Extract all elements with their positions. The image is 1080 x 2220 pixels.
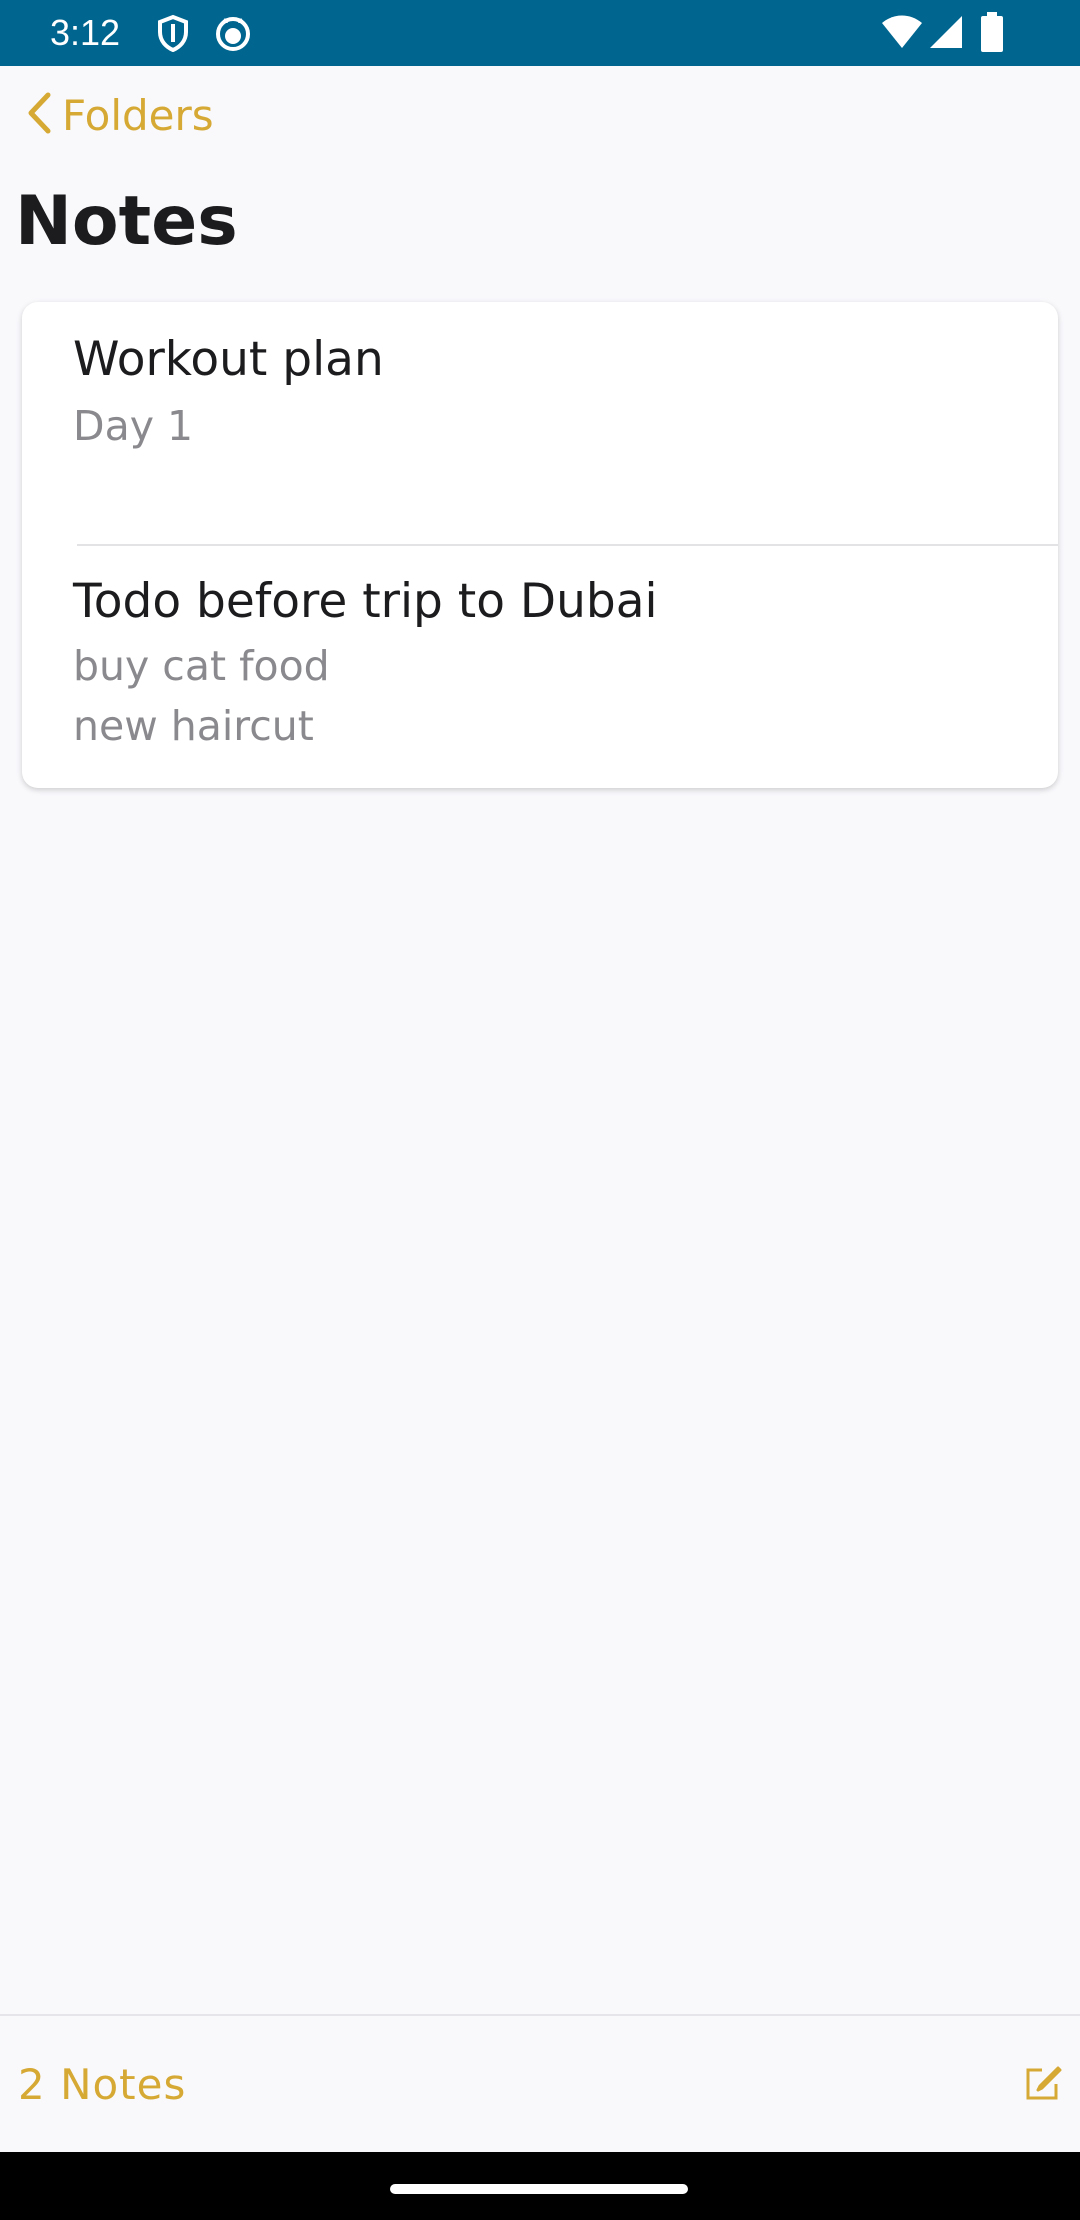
note-item[interactable]: Workout plan Day 1: [22, 302, 1058, 546]
bottom-toolbar: 2 Notes: [0, 2014, 1080, 2154]
note-preview-line: buy cat food: [73, 642, 330, 690]
shield-icon: [155, 14, 191, 56]
notes-count: 2 Notes: [18, 2060, 187, 2109]
status-bar: 3:12: [0, 0, 1080, 66]
wifi-icon: [880, 14, 924, 54]
compose-icon[interactable]: [1022, 2064, 1062, 2104]
gesture-nav-bar: [0, 2152, 1080, 2220]
note-title: Workout plan: [73, 332, 384, 387]
note-preview-line: Day 1: [73, 402, 194, 450]
battery-icon: [980, 12, 1004, 56]
page-title: Notes: [15, 182, 238, 261]
cat-face-icon: [214, 14, 252, 56]
notes-list: Workout plan Day 1 Todo before trip to D…: [22, 302, 1058, 788]
note-item[interactable]: Todo before trip to Dubai buy cat food n…: [22, 546, 1058, 788]
chevron-left-icon: [26, 91, 52, 139]
note-title: Todo before trip to Dubai: [73, 574, 658, 629]
cellular-signal-icon: [928, 14, 964, 54]
status-time: 3:12: [50, 12, 121, 53]
back-label: Folders: [62, 90, 214, 140]
home-gesture-handle[interactable]: [390, 2184, 688, 2194]
back-to-folders-button[interactable]: Folders: [26, 88, 214, 142]
note-preview-line: new haircut: [73, 702, 314, 750]
